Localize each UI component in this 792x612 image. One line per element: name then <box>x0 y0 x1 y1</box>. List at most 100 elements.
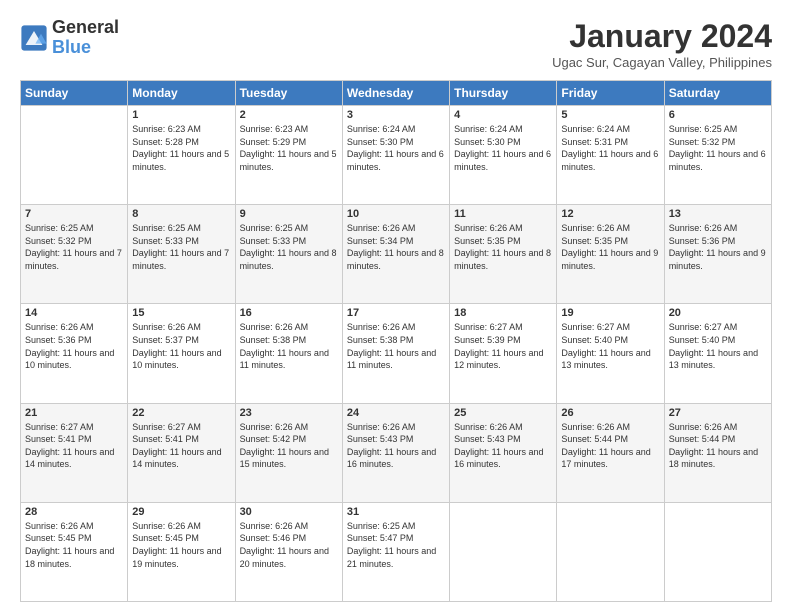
daylight: Daylight: 11 hours and 10 minutes. <box>132 347 230 372</box>
day-number: 23 <box>240 407 338 419</box>
col-thursday: Thursday <box>450 81 557 106</box>
table-cell <box>664 502 771 601</box>
col-saturday: Saturday <box>664 81 771 106</box>
header-row: Sunday Monday Tuesday Wednesday Thursday… <box>21 81 772 106</box>
calendar-table: Sunday Monday Tuesday Wednesday Thursday… <box>20 80 772 602</box>
day-number: 7 <box>25 208 123 220</box>
table-cell: 20 Sunrise: 6:27 AM Sunset: 5:40 PM Dayl… <box>664 304 771 403</box>
table-cell: 17 Sunrise: 6:26 AM Sunset: 5:38 PM Dayl… <box>342 304 449 403</box>
table-cell: 11 Sunrise: 6:26 AM Sunset: 5:35 PM Dayl… <box>450 205 557 304</box>
day-info: Sunrise: 6:27 AM Sunset: 5:41 PM Dayligh… <box>132 421 230 471</box>
week-row-3: 21 Sunrise: 6:27 AM Sunset: 5:41 PM Dayl… <box>21 403 772 502</box>
day-number: 19 <box>561 307 659 319</box>
sunset: Sunset: 5:36 PM <box>669 235 767 248</box>
day-info: Sunrise: 6:26 AM Sunset: 5:35 PM Dayligh… <box>561 222 659 272</box>
logo-icon <box>20 24 48 52</box>
day-number: 8 <box>132 208 230 220</box>
sunset: Sunset: 5:47 PM <box>347 532 445 545</box>
sunrise: Sunrise: 6:26 AM <box>347 321 445 334</box>
daylight: Daylight: 11 hours and 13 minutes. <box>669 347 767 372</box>
location: Ugac Sur, Cagayan Valley, Philippines <box>552 55 772 70</box>
sunset: Sunset: 5:34 PM <box>347 235 445 248</box>
sunrise: Sunrise: 6:27 AM <box>561 321 659 334</box>
sunrise: Sunrise: 6:27 AM <box>669 321 767 334</box>
table-cell: 10 Sunrise: 6:26 AM Sunset: 5:34 PM Dayl… <box>342 205 449 304</box>
sunset: Sunset: 5:44 PM <box>561 433 659 446</box>
sunrise: Sunrise: 6:27 AM <box>132 421 230 434</box>
col-friday: Friday <box>557 81 664 106</box>
table-cell: 28 Sunrise: 6:26 AM Sunset: 5:45 PM Dayl… <box>21 502 128 601</box>
day-info: Sunrise: 6:24 AM Sunset: 5:30 PM Dayligh… <box>454 123 552 173</box>
day-number: 10 <box>347 208 445 220</box>
sunrise: Sunrise: 6:26 AM <box>454 421 552 434</box>
sunset: Sunset: 5:41 PM <box>132 433 230 446</box>
day-number: 28 <box>25 506 123 518</box>
day-info: Sunrise: 6:26 AM Sunset: 5:45 PM Dayligh… <box>132 520 230 570</box>
sunrise: Sunrise: 6:26 AM <box>669 222 767 235</box>
day-number: 21 <box>25 407 123 419</box>
table-cell <box>450 502 557 601</box>
sunrise: Sunrise: 6:25 AM <box>240 222 338 235</box>
daylight: Daylight: 11 hours and 21 minutes. <box>347 545 445 570</box>
day-number: 16 <box>240 307 338 319</box>
table-cell: 30 Sunrise: 6:26 AM Sunset: 5:46 PM Dayl… <box>235 502 342 601</box>
week-row-2: 14 Sunrise: 6:26 AM Sunset: 5:36 PM Dayl… <box>21 304 772 403</box>
table-cell: 21 Sunrise: 6:27 AM Sunset: 5:41 PM Dayl… <box>21 403 128 502</box>
day-info: Sunrise: 6:26 AM Sunset: 5:36 PM Dayligh… <box>669 222 767 272</box>
daylight: Daylight: 11 hours and 12 minutes. <box>454 347 552 372</box>
col-sunday: Sunday <box>21 81 128 106</box>
month-title: January 2024 <box>552 18 772 55</box>
sunset: Sunset: 5:30 PM <box>347 136 445 149</box>
daylight: Daylight: 11 hours and 9 minutes. <box>669 247 767 272</box>
day-info: Sunrise: 6:26 AM Sunset: 5:42 PM Dayligh… <box>240 421 338 471</box>
sunrise: Sunrise: 6:26 AM <box>132 520 230 533</box>
day-number: 22 <box>132 407 230 419</box>
daylight: Daylight: 11 hours and 13 minutes. <box>561 347 659 372</box>
title-block: January 2024 Ugac Sur, Cagayan Valley, P… <box>552 18 772 70</box>
daylight: Daylight: 11 hours and 6 minutes. <box>561 148 659 173</box>
day-info: Sunrise: 6:26 AM Sunset: 5:44 PM Dayligh… <box>669 421 767 471</box>
table-cell: 23 Sunrise: 6:26 AM Sunset: 5:42 PM Dayl… <box>235 403 342 502</box>
day-info: Sunrise: 6:26 AM Sunset: 5:34 PM Dayligh… <box>347 222 445 272</box>
table-cell: 25 Sunrise: 6:26 AM Sunset: 5:43 PM Dayl… <box>450 403 557 502</box>
sunset: Sunset: 5:35 PM <box>454 235 552 248</box>
day-number: 4 <box>454 109 552 121</box>
sunrise: Sunrise: 6:26 AM <box>132 321 230 334</box>
sunset: Sunset: 5:40 PM <box>561 334 659 347</box>
sunrise: Sunrise: 6:26 AM <box>669 421 767 434</box>
day-number: 18 <box>454 307 552 319</box>
day-info: Sunrise: 6:26 AM Sunset: 5:35 PM Dayligh… <box>454 222 552 272</box>
day-number: 2 <box>240 109 338 121</box>
day-info: Sunrise: 6:24 AM Sunset: 5:30 PM Dayligh… <box>347 123 445 173</box>
sunrise: Sunrise: 6:26 AM <box>347 222 445 235</box>
sunrise: Sunrise: 6:25 AM <box>347 520 445 533</box>
day-info: Sunrise: 6:27 AM Sunset: 5:39 PM Dayligh… <box>454 321 552 371</box>
day-number: 29 <box>132 506 230 518</box>
sunset: Sunset: 5:28 PM <box>132 136 230 149</box>
sunrise: Sunrise: 6:26 AM <box>25 321 123 334</box>
day-info: Sunrise: 6:26 AM Sunset: 5:45 PM Dayligh… <box>25 520 123 570</box>
day-info: Sunrise: 6:26 AM Sunset: 5:43 PM Dayligh… <box>454 421 552 471</box>
table-cell: 7 Sunrise: 6:25 AM Sunset: 5:32 PM Dayli… <box>21 205 128 304</box>
table-cell: 24 Sunrise: 6:26 AM Sunset: 5:43 PM Dayl… <box>342 403 449 502</box>
daylight: Daylight: 11 hours and 14 minutes. <box>25 446 123 471</box>
day-number: 5 <box>561 109 659 121</box>
sunrise: Sunrise: 6:26 AM <box>240 520 338 533</box>
day-info: Sunrise: 6:23 AM Sunset: 5:28 PM Dayligh… <box>132 123 230 173</box>
table-cell: 26 Sunrise: 6:26 AM Sunset: 5:44 PM Dayl… <box>557 403 664 502</box>
table-cell: 31 Sunrise: 6:25 AM Sunset: 5:47 PM Dayl… <box>342 502 449 601</box>
daylight: Daylight: 11 hours and 5 minutes. <box>240 148 338 173</box>
sunset: Sunset: 5:30 PM <box>454 136 552 149</box>
day-number: 9 <box>240 208 338 220</box>
table-cell: 6 Sunrise: 6:25 AM Sunset: 5:32 PM Dayli… <box>664 106 771 205</box>
day-info: Sunrise: 6:25 AM Sunset: 5:32 PM Dayligh… <box>669 123 767 173</box>
day-number: 26 <box>561 407 659 419</box>
col-wednesday: Wednesday <box>342 81 449 106</box>
sunset: Sunset: 5:45 PM <box>25 532 123 545</box>
day-number: 3 <box>347 109 445 121</box>
day-number: 20 <box>669 307 767 319</box>
sunset: Sunset: 5:36 PM <box>25 334 123 347</box>
table-cell: 15 Sunrise: 6:26 AM Sunset: 5:37 PM Dayl… <box>128 304 235 403</box>
sunrise: Sunrise: 6:24 AM <box>561 123 659 136</box>
day-info: Sunrise: 6:26 AM Sunset: 5:44 PM Dayligh… <box>561 421 659 471</box>
